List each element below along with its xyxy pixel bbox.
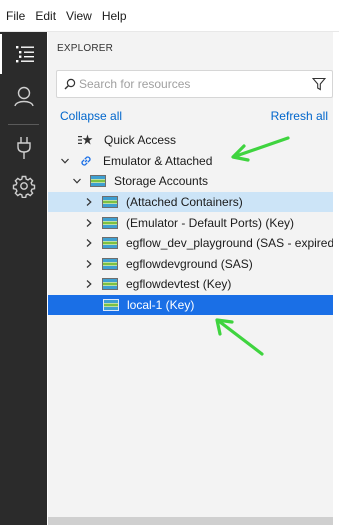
explorer-panel: EXPLORER Collapse all Refresh all Quick … [48, 32, 339, 525]
menu-edit[interactable]: Edit [30, 0, 61, 32]
chevron-right-icon[interactable] [83, 278, 95, 290]
account-icon [13, 86, 34, 107]
tree-item-storage-account[interactable]: (Attached Containers) [48, 192, 339, 212]
activity-account[interactable] [0, 76, 47, 116]
search-icon [64, 78, 76, 90]
tree-item-storage-account[interactable]: (Emulator - Default Ports) (Key) [48, 213, 339, 233]
plug-icon [16, 137, 31, 159]
tree-label: Emulator & Attached [103, 154, 213, 168]
storage-account-icon [90, 174, 106, 188]
activity-settings[interactable] [0, 166, 47, 206]
tree-item-quick-access[interactable]: Quick Access [48, 130, 339, 150]
chevron-down-icon[interactable] [71, 175, 83, 187]
activity-bar [0, 32, 47, 525]
gear-icon [12, 175, 35, 198]
collapse-all-link[interactable]: Collapse all [60, 109, 122, 123]
activity-explorer[interactable] [0, 34, 47, 74]
menu-view[interactable]: View [61, 0, 97, 32]
menu-file[interactable]: File [0, 0, 30, 32]
tree-label: egflow_dev_playground (SAS - expired) [126, 236, 339, 250]
tree-label: (Emulator - Default Ports) (Key) [126, 216, 295, 230]
tree-label: egflowdevground (SAS) [126, 257, 253, 271]
refresh-all-link[interactable]: Refresh all [271, 109, 328, 123]
tree-label: Storage Accounts [114, 174, 209, 188]
tree-label: Quick Access [104, 133, 177, 147]
storage-account-icon [102, 195, 118, 209]
chevron-right-icon[interactable] [83, 258, 95, 270]
activity-connect[interactable] [0, 128, 47, 168]
tree-label: local-1 (Key) [127, 298, 195, 312]
storage-account-icon [102, 257, 118, 271]
tree-item-storage-account[interactable]: egflow_dev_playground (SAS - expired) [48, 233, 339, 253]
panel-splitter[interactable] [333, 32, 339, 525]
search-box [56, 70, 333, 98]
storage-account-icon [102, 216, 118, 230]
explorer-icon [15, 46, 34, 63]
chevron-right-icon[interactable] [83, 196, 95, 208]
chevron-right-icon[interactable] [83, 237, 95, 249]
chevron-right-icon[interactable] [83, 217, 95, 229]
storage-account-icon [102, 236, 118, 250]
quick-access-icon [77, 133, 93, 147]
link-icon [78, 154, 94, 168]
storage-account-icon [102, 277, 118, 291]
tree-label: (Attached Containers) [126, 195, 243, 209]
filter-icon[interactable] [312, 77, 326, 91]
tree-item-storage-accounts[interactable]: Storage Accounts [48, 171, 339, 191]
search-input[interactable] [79, 75, 299, 93]
activity-divider [8, 124, 39, 125]
menu-help[interactable]: Help [97, 0, 132, 32]
storage-account-icon [103, 298, 119, 312]
tree-item-storage-account[interactable]: egflowdevtest (Key) [48, 274, 339, 294]
menu-bar: File Edit View Help [0, 0, 339, 32]
tree-item-emulator-attached[interactable]: Emulator & Attached [48, 151, 339, 171]
horizontal-scrollbar[interactable] [48, 517, 333, 525]
chevron-down-icon[interactable] [59, 155, 71, 167]
explorer-title: EXPLORER [57, 43, 114, 54]
tree-label: egflowdevtest (Key) [126, 277, 232, 291]
tree-item-storage-account-selected[interactable]: local-1 (Key) [48, 295, 339, 315]
tree-item-storage-account[interactable]: egflowdevground (SAS) [48, 254, 339, 274]
